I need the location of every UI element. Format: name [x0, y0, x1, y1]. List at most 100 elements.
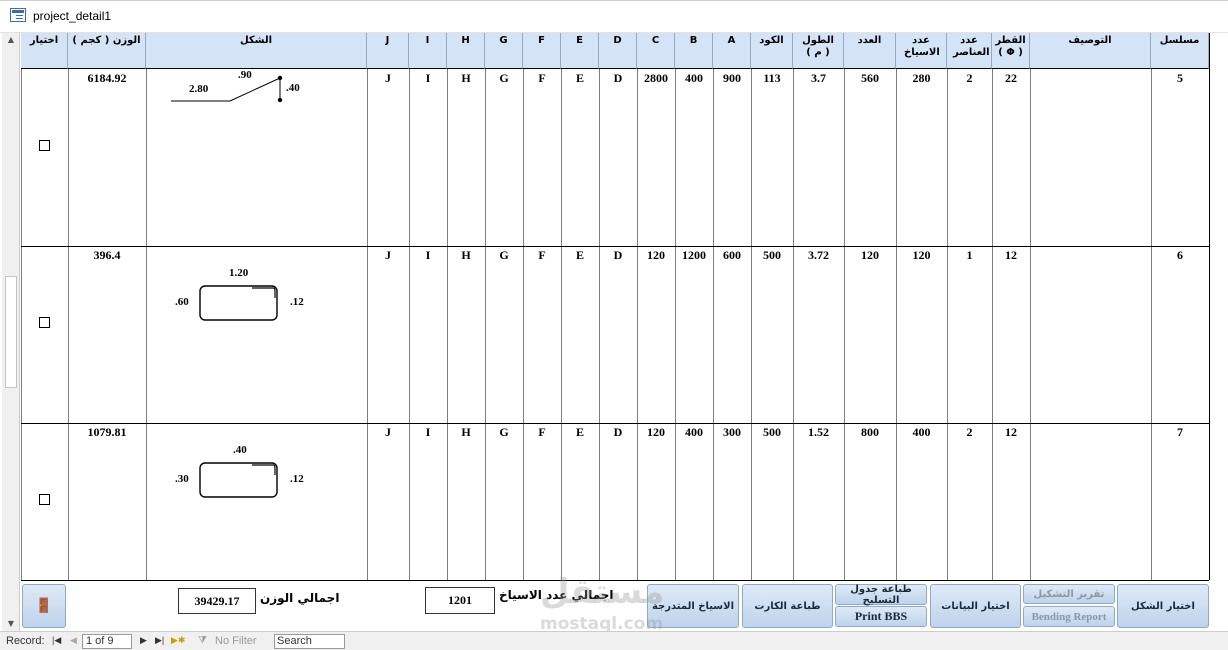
d-cell: D [613, 71, 623, 85]
c-cell: 120 [647, 425, 665, 439]
divider [561, 69, 562, 580]
select-data-button[interactable]: اختيار البيانات [930, 584, 1021, 628]
bars-cell: 280 [912, 71, 931, 85]
select-shape-button[interactable]: اختيار الشكل [1117, 584, 1209, 628]
window-title: project_detail1 [33, 9, 112, 23]
header-diameter: القطر ( Φ ) [992, 33, 1030, 69]
c-cell: 2800 [644, 71, 668, 85]
count-cell: 800 [861, 425, 879, 439]
header-count: العدد [844, 33, 896, 69]
divider [793, 69, 794, 580]
code-cell: 500 [763, 425, 781, 439]
data-grid: اختيار الوزن ( كجم ) الشكل J I H G F E D… [21, 33, 1209, 580]
divider [637, 69, 638, 580]
total-bars-value: 1201 [425, 587, 495, 614]
diameter-cell: 12 [1005, 248, 1017, 262]
divider [447, 69, 448, 580]
c-cell: 120 [647, 248, 665, 262]
shape-label: .12 [290, 473, 304, 485]
shape-stirrup-icon [199, 285, 278, 321]
header-j: J [367, 33, 409, 69]
shape-label: .90 [238, 69, 252, 81]
select-checkbox[interactable] [39, 140, 50, 151]
length-cell: 1.52 [808, 425, 829, 439]
print-bbs-button[interactable]: Print BBS [835, 606, 927, 627]
header-e: E [561, 33, 599, 69]
header-i: I [409, 33, 447, 69]
weight-cell: 396.4 [93, 248, 121, 262]
bending-report-button[interactable]: Bending Report [1023, 606, 1115, 627]
search-input[interactable]: Search [274, 634, 345, 649]
bars-cell: 400 [912, 425, 931, 439]
shape-label: .30 [175, 473, 189, 485]
no-filter-label[interactable]: No Filter [215, 635, 257, 647]
header-length: الطول ( م ) [793, 33, 844, 69]
scroll-down-icon[interactable]: ▼ [2, 617, 20, 631]
code-cell: 500 [763, 248, 781, 262]
new-record-icon[interactable]: ▶✱ [171, 635, 185, 646]
prev-record-icon[interactable]: ◀ [70, 635, 77, 646]
serial-cell: 7 [1177, 425, 1183, 439]
header-weight: الوزن ( كجم ) [68, 33, 146, 69]
scroll-up-icon[interactable]: ▲ [2, 33, 20, 47]
header-c: C [637, 33, 675, 69]
elements-cell: 2 [966, 71, 973, 85]
divider [68, 69, 69, 580]
record-number-input[interactable]: 1 of 9 [82, 634, 132, 649]
header-f: F [523, 33, 561, 69]
vertical-scrollbar[interactable]: ▲ ▼ [2, 33, 20, 631]
g-cell: G [499, 425, 509, 439]
b-cell: 1200 [682, 248, 706, 262]
divider [485, 69, 486, 580]
header-b: B [675, 33, 713, 69]
select-checkbox[interactable] [39, 317, 50, 328]
length-cell: 3.72 [808, 248, 829, 262]
g-cell: G [499, 71, 509, 85]
watermark-ar: مستقل [540, 572, 665, 612]
bending-report-ar-button[interactable]: تقرير التشكيل [1023, 584, 1115, 604]
divider [21, 69, 22, 580]
total-weight-label: اجمالي الوزن [260, 591, 340, 605]
shape-drawing: .90 2.80 .40 [146, 69, 366, 159]
divider [367, 69, 368, 580]
divider [1030, 69, 1031, 580]
first-record-icon[interactable]: |◀ [52, 635, 61, 646]
weight-cell: 6184.92 [87, 71, 127, 85]
a-cell: 300 [723, 425, 741, 439]
header-g: G [485, 33, 523, 69]
header-elements: عدد العناصر [947, 33, 992, 69]
serial-cell: 6 [1177, 248, 1183, 262]
print-schedule-button[interactable]: طباعة جدول التسليح [835, 584, 927, 606]
exit-button[interactable]: 🚪 [22, 584, 66, 628]
h-cell: H [461, 248, 471, 262]
header-description: التوصيف [1030, 33, 1151, 69]
print-card-button[interactable]: طباعة الكارت [742, 584, 833, 628]
h-cell: H [461, 425, 471, 439]
d-cell: D [613, 248, 623, 262]
filter-icon[interactable]: ⧩ [198, 635, 207, 646]
g-cell: G [499, 248, 509, 262]
header-a: A [713, 33, 751, 69]
divider [896, 69, 897, 580]
select-checkbox[interactable] [39, 494, 50, 505]
divider [523, 69, 524, 580]
count-cell: 120 [861, 248, 879, 262]
e-cell: E [575, 71, 584, 85]
exit-door-icon: 🚪 [35, 598, 53, 614]
shape-label: .40 [233, 444, 247, 456]
total-weight-value: 39429.17 [178, 588, 256, 614]
e-cell: E [575, 248, 584, 262]
divider [409, 69, 410, 580]
i-cell: I [425, 248, 431, 262]
j-cell: J [385, 71, 391, 85]
record-selector-strip [1209, 33, 1228, 580]
last-record-icon[interactable]: ▶| [155, 635, 164, 646]
record-label: Record: [6, 635, 45, 647]
window-titlebar: project_detail1 [0, 0, 1228, 33]
scroll-thumb[interactable] [5, 276, 17, 388]
code-cell: 113 [763, 71, 781, 85]
divider [599, 69, 600, 580]
header-code: الكود [751, 33, 793, 69]
f-cell: F [538, 71, 546, 85]
next-record-icon[interactable]: ▶ [140, 635, 147, 646]
